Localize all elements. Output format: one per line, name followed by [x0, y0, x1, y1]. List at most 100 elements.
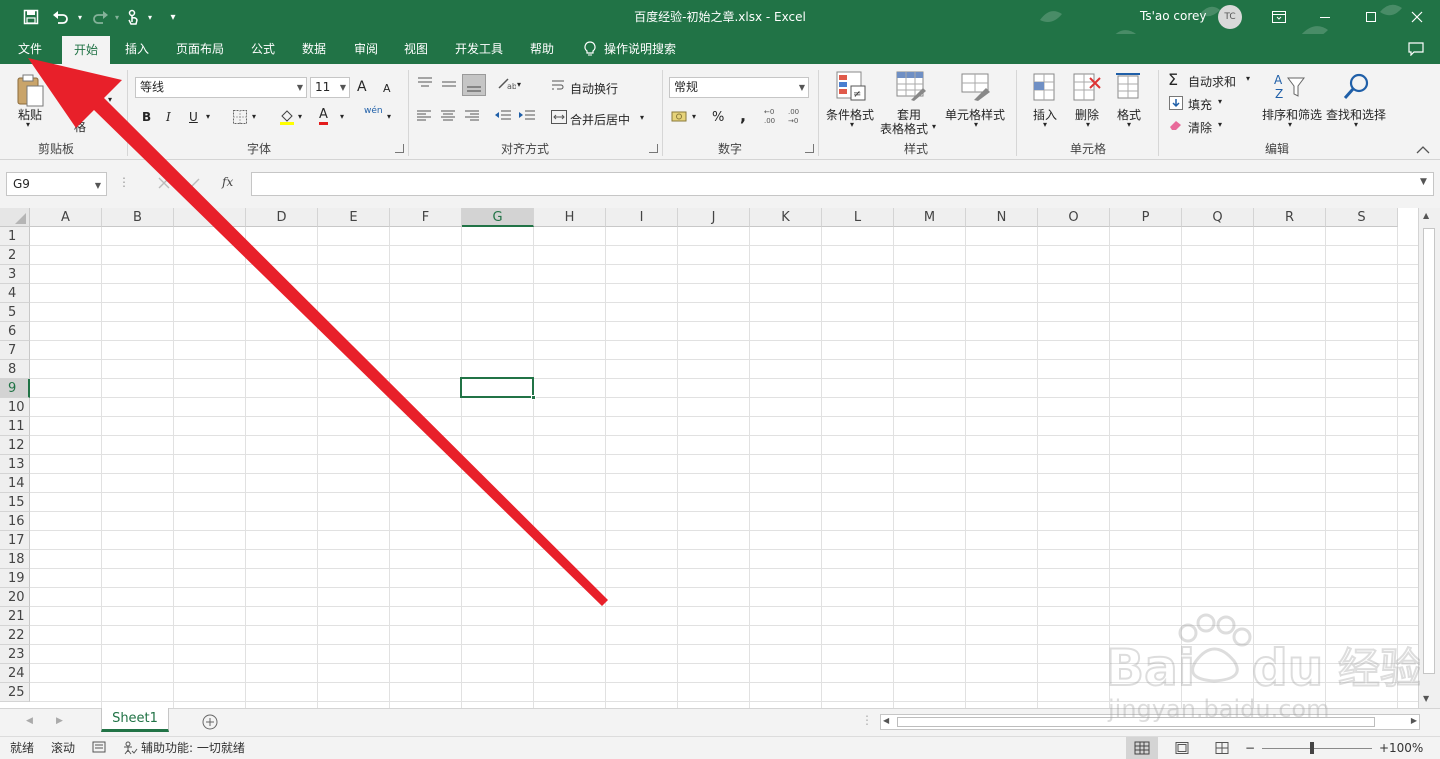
row-header-2[interactable]: 2 — [0, 246, 30, 265]
column-header-C[interactable]: C — [174, 208, 246, 227]
row-header-16[interactable]: 16 — [0, 512, 30, 531]
expand-formula-bar-icon[interactable]: ▼ — [1420, 177, 1427, 187]
row-header-10[interactable]: 10 — [0, 398, 30, 417]
delete-cells-dropdown-icon[interactable]: ▾ — [1086, 120, 1090, 129]
fill-dropdown-icon[interactable]: ▾ — [1218, 97, 1222, 106]
sort-filter-dropdown-icon[interactable]: ▾ — [1288, 120, 1292, 129]
row-header-21[interactable]: 21 — [0, 607, 30, 626]
middle-align-icon[interactable] — [440, 78, 458, 95]
font-color-dropdown-icon[interactable]: ▾ — [340, 112, 344, 121]
decrease-indent-icon[interactable] — [494, 109, 512, 126]
comma-style-button[interactable]: , — [740, 106, 746, 125]
row-header-9[interactable]: 9 — [0, 379, 30, 398]
tab-formulas[interactable]: 公式 — [242, 34, 284, 64]
font-color-button[interactable]: A — [319, 108, 328, 125]
vertical-scroll-thumb[interactable] — [1423, 228, 1435, 674]
column-header-R[interactable]: R — [1254, 208, 1326, 227]
grow-font-button[interactable]: A — [357, 79, 367, 95]
macro-record-icon[interactable] — [92, 741, 106, 758]
page-break-view-icon[interactable] — [1215, 742, 1229, 757]
column-header-A[interactable]: A — [30, 208, 102, 227]
page-layout-view-icon[interactable] — [1175, 742, 1189, 757]
zoom-level[interactable]: 100% — [1389, 737, 1423, 759]
column-header-N[interactable]: N — [966, 208, 1038, 227]
accounting-dropdown-icon[interactable]: ▾ — [692, 112, 696, 121]
find-select-icon[interactable] — [1342, 72, 1372, 105]
column-header-D[interactable]: D — [246, 208, 318, 227]
format-painter-button[interactable]: 格 — [74, 118, 86, 135]
bold-button[interactable]: B — [142, 110, 151, 124]
selected-cell-G9[interactable] — [460, 377, 534, 398]
tab-view[interactable]: 视图 — [394, 34, 438, 64]
fill-color-dropdown-icon[interactable]: ▾ — [298, 112, 302, 121]
paste-dropdown-icon[interactable]: ▾ — [26, 120, 30, 129]
column-header-F[interactable]: F — [390, 208, 462, 227]
increase-indent-icon[interactable] — [518, 109, 536, 126]
formula-bar-grip-icon[interactable]: ⋮ — [118, 175, 130, 189]
zoom-out-icon[interactable]: − — [1245, 737, 1255, 759]
borders-icon[interactable] — [232, 109, 248, 128]
clear-icon[interactable] — [1169, 119, 1183, 134]
format-as-table-line2[interactable]: 表格格式 — [880, 120, 928, 137]
add-sheet-icon[interactable] — [202, 714, 218, 733]
fill-color-icon[interactable] — [278, 108, 296, 129]
italic-button[interactable]: I — [166, 110, 171, 124]
font-size-select[interactable]: 11 ▼ — [310, 77, 350, 98]
tab-review[interactable]: 审阅 — [344, 34, 388, 64]
row-header-7[interactable]: 7 — [0, 341, 30, 360]
percent-button[interactable]: % — [712, 110, 724, 125]
accounting-format-icon[interactable] — [671, 109, 689, 128]
autosum-dropdown-icon[interactable]: ▾ — [1246, 74, 1250, 83]
horizontal-scrollbar[interactable]: ◀ ▶ — [880, 714, 1420, 730]
column-header-O[interactable]: O — [1038, 208, 1110, 227]
number-format-select[interactable]: 常规 ▼ — [669, 77, 809, 98]
row-header-13[interactable]: 13 — [0, 455, 30, 474]
scroll-up-icon[interactable]: ▲ — [1423, 211, 1429, 220]
row-header-6[interactable]: 6 — [0, 322, 30, 341]
horizontal-scroll-thumb[interactable] — [897, 717, 1375, 727]
autosum-icon[interactable]: Σ — [1168, 70, 1178, 89]
tab-insert[interactable]: 插入 — [116, 34, 158, 64]
format-table-dropdown-icon[interactable]: ▾ — [932, 122, 936, 131]
row-header-18[interactable]: 18 — [0, 550, 30, 569]
wrap-text-button[interactable]: 自动换行 — [570, 80, 618, 97]
orientation-icon[interactable]: ab — [496, 76, 517, 95]
customize-qat-icon[interactable]: ▾ — [164, 0, 182, 34]
format-as-table-icon[interactable] — [895, 70, 927, 105]
prev-sheet-icon[interactable]: ◀ — [26, 709, 33, 732]
column-header-J[interactable]: J — [678, 208, 750, 227]
borders-dropdown-icon[interactable]: ▾ — [252, 112, 256, 121]
row-header-22[interactable]: 22 — [0, 626, 30, 645]
align-right-icon[interactable] — [464, 110, 480, 125]
scroll-left-icon[interactable]: ◀ — [883, 716, 889, 725]
underline-button[interactable]: U — [189, 110, 198, 124]
column-header-Q[interactable]: Q — [1182, 208, 1254, 227]
font-dialog-launcher-icon[interactable] — [395, 144, 404, 153]
paste-icon[interactable] — [14, 72, 46, 108]
align-left-icon[interactable] — [416, 110, 432, 125]
insert-function-button[interactable]: fx — [222, 175, 233, 189]
column-header-L[interactable]: L — [822, 208, 894, 227]
format-cells-dropdown-icon[interactable]: ▾ — [1127, 120, 1131, 129]
format-cells-icon[interactable] — [1114, 72, 1142, 105]
merge-center-icon[interactable] — [551, 110, 567, 127]
scroll-right-icon[interactable]: ▶ — [1411, 716, 1417, 725]
underline-dropdown-icon[interactable]: ▾ — [206, 112, 210, 121]
column-header-P[interactable]: P — [1110, 208, 1182, 227]
row-header-11[interactable]: 11 — [0, 417, 30, 436]
decrease-decimal-icon[interactable]: .00 →0 — [788, 107, 806, 128]
name-box[interactable]: G9 ▼ — [6, 172, 107, 196]
row-header-3[interactable]: 3 — [0, 265, 30, 284]
insert-cells-icon[interactable] — [1030, 72, 1058, 105]
wrap-text-icon[interactable] — [551, 79, 565, 96]
phonetic-dropdown-icon[interactable]: ▾ — [387, 112, 391, 121]
tell-me-search[interactable]: 操作说明搜索 — [604, 34, 688, 64]
row-header-23[interactable]: 23 — [0, 645, 30, 664]
comments-icon[interactable] — [1402, 34, 1430, 64]
minimize-icon[interactable] — [1302, 0, 1348, 34]
column-header-S[interactable]: S — [1326, 208, 1398, 227]
fill-button[interactable]: 填充 — [1188, 96, 1212, 113]
collapse-ribbon-icon[interactable] — [1416, 144, 1430, 158]
clear-button[interactable]: 清除 — [1188, 119, 1212, 136]
redo-dropdown-icon[interactable]: ▾ — [112, 0, 122, 34]
